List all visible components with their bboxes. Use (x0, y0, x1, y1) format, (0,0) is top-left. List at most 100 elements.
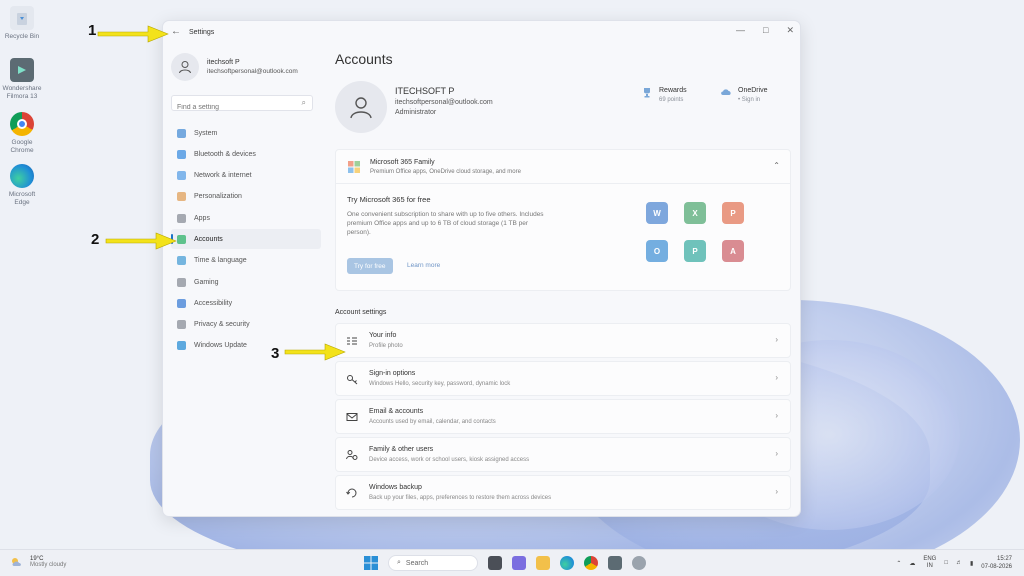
teams-icon[interactable] (512, 556, 526, 570)
account-name: ITECHSOFT P (395, 86, 455, 96)
search-box[interactable]: ⌕ (171, 95, 313, 114)
powerpoint-icon: P (722, 202, 744, 224)
volume-icon[interactable]: ♬ (956, 560, 962, 566)
annotation-arrow-2 (105, 232, 177, 250)
file-explorer-icon[interactable] (536, 556, 550, 570)
desktop-recycle-bin[interactable]: Recycle Bin (2, 6, 42, 41)
chevron-right-icon: › (775, 449, 778, 458)
annotation-arrow-1 (97, 25, 169, 43)
sidebar-item-gaming[interactable]: Gaming (171, 272, 321, 292)
update-icon (177, 341, 186, 351)
desktop-icon-label: Wondershare Filmora 13 (2, 85, 42, 100)
maximize-button[interactable]: □ (763, 25, 768, 36)
taskbar: 19°C Mostly cloudy ⌕ Search ⌃ ☁ ENG IN □… (0, 549, 1024, 576)
brush-icon (177, 192, 186, 202)
setting-row-family-other-users[interactable]: Family & other users Device access, work … (335, 437, 791, 472)
sidebar-item-apps[interactable]: Apps (171, 208, 321, 228)
onedrive-title: OneDrive (738, 87, 768, 94)
m365-title: Microsoft 365 Family (370, 159, 435, 166)
desktop-icon-label: Recycle Bin (4, 33, 40, 40)
outlook-icon: O (646, 240, 668, 262)
chevron-up-icon[interactable]: ⌃ (896, 560, 901, 567)
sidebar-item-label: Time & language (194, 257, 247, 265)
sidebar-item-time-language[interactable]: Time & language (171, 251, 321, 271)
clock-time: 15:27 (996, 556, 1012, 562)
search-icon: ⌕ (397, 559, 401, 566)
close-button[interactable]: ✕ (786, 25, 794, 36)
m365-subtitle: Premium Office apps, OneDrive cloud stor… (370, 169, 521, 175)
taskbar-center: ⌕ Search (364, 555, 646, 571)
clock[interactable]: 15:27 07-08-2026 (981, 555, 1012, 571)
setting-title: Sign-in options (369, 370, 416, 377)
cloud-tray-icon[interactable]: ☁ (909, 560, 915, 567)
display-icon[interactable]: □ (944, 560, 948, 566)
back-button[interactable]: ← (171, 26, 181, 37)
chevron-right-icon: › (775, 373, 778, 382)
search-icon: ⌕ (301, 98, 306, 107)
chevron-up-icon[interactable]: ⌃ (773, 161, 780, 170)
setting-row-email-accounts[interactable]: Email & accounts Accounts used by email, … (335, 399, 791, 434)
setting-subtitle: Back up your files, apps, preferences to… (369, 495, 552, 501)
cloud-sun-icon (12, 558, 21, 566)
region-code: IN (926, 563, 933, 569)
person-icon (350, 97, 372, 119)
onedrive-badge[interactable]: OneDrive • Sign in (720, 87, 768, 103)
window-title: Settings (189, 29, 215, 36)
desktop-icon-label: Microsoft Edge (8, 191, 36, 206)
chevron-right-icon: › (775, 487, 778, 496)
edge-icon[interactable] (560, 556, 574, 570)
access-icon: A (722, 240, 744, 262)
sidebar-item-label: Accessibility (194, 299, 233, 307)
minimize-button[interactable]: — (736, 25, 745, 36)
m365-card: Microsoft 365 Family Premium Office apps… (335, 149, 791, 291)
m365-body: Try Microsoft 365 for free One convenien… (336, 184, 790, 290)
setting-row-windows-backup[interactable]: Windows backup Back up your files, apps, … (335, 475, 791, 510)
language-indicator[interactable]: ENG IN (923, 556, 936, 570)
try-for-free-button[interactable]: Try for free (347, 258, 393, 274)
settings-gear-icon[interactable] (632, 556, 646, 570)
battery-icon[interactable]: ▮ (970, 560, 973, 567)
page-title: Accounts (335, 51, 393, 67)
person-icon (179, 61, 191, 74)
avatar[interactable] (335, 81, 387, 133)
sidebar-profile[interactable]: itechsoft P itechsoftpersonal@outlook.co… (171, 51, 321, 83)
sidebar-item-network-internet[interactable]: Network & internet (171, 166, 321, 186)
bluetooth-icon (177, 149, 186, 159)
sidebar-item-label: Bluetooth & devices (194, 150, 256, 158)
desktop-filmora[interactable]: Wondershare Filmora 13 (2, 58, 42, 101)
weather-widget[interactable]: 19°C Mostly cloudy (10, 556, 66, 568)
onedrive-signin[interactable]: • Sign in (738, 97, 768, 103)
task-view-icon[interactable] (488, 556, 502, 570)
sidebar-item-label: Apps (194, 214, 210, 222)
setting-row-sign-in-options[interactable]: Sign-in options Windows Hello, security k… (335, 361, 791, 396)
sidebar-item-label: Accounts (194, 235, 223, 243)
word-icon: W (646, 202, 668, 224)
sidebar-item-accounts[interactable]: Accounts (171, 229, 321, 250)
annotation-arrow-3 (284, 343, 346, 361)
desktop-chrome[interactable]: Google Chrome (2, 112, 42, 155)
setting-row-your-info[interactable]: Your info Profile photo › (335, 323, 791, 358)
desktop-edge[interactable]: Microsoft Edge (2, 164, 42, 207)
setting-subtitle: Accounts used by email, calendar, and co… (369, 419, 496, 425)
windows-start-icon[interactable] (364, 556, 378, 570)
sidebar-item-accessibility[interactable]: Accessibility (171, 293, 321, 313)
sidebar-item-system[interactable]: System (171, 123, 321, 143)
taskbar-search[interactable]: ⌕ Search (388, 555, 478, 571)
chrome-icon (10, 112, 34, 136)
search-input[interactable] (172, 101, 292, 114)
m365-header[interactable]: Microsoft 365 Family Premium Office apps… (336, 150, 790, 184)
learn-more-link[interactable]: Learn more (407, 262, 440, 269)
microsoft-logo-icon (348, 161, 360, 173)
annotation-number-3: 3 (271, 345, 280, 362)
main-content: Accounts ITECHSOFT P itechsoftpersonal@o… (335, 51, 791, 513)
rewards-badge[interactable]: Rewards 69 points (641, 87, 687, 103)
filmora-icon[interactable] (608, 556, 622, 570)
chrome-icon[interactable] (584, 556, 598, 570)
sidebar-item-bluetooth-devices[interactable]: Bluetooth & devices (171, 144, 321, 164)
chevron-right-icon: › (775, 335, 778, 344)
sidebar-item-personalization[interactable]: Personalization (171, 187, 321, 207)
account-settings-list: Your info Profile photo › Sign-in options Wi… (335, 323, 791, 510)
setting-title: Family & other users (369, 446, 434, 453)
clock-date: 07-08-2026 (981, 564, 1012, 570)
sidebar-item-privacy-security[interactable]: Privacy & security (171, 315, 321, 335)
